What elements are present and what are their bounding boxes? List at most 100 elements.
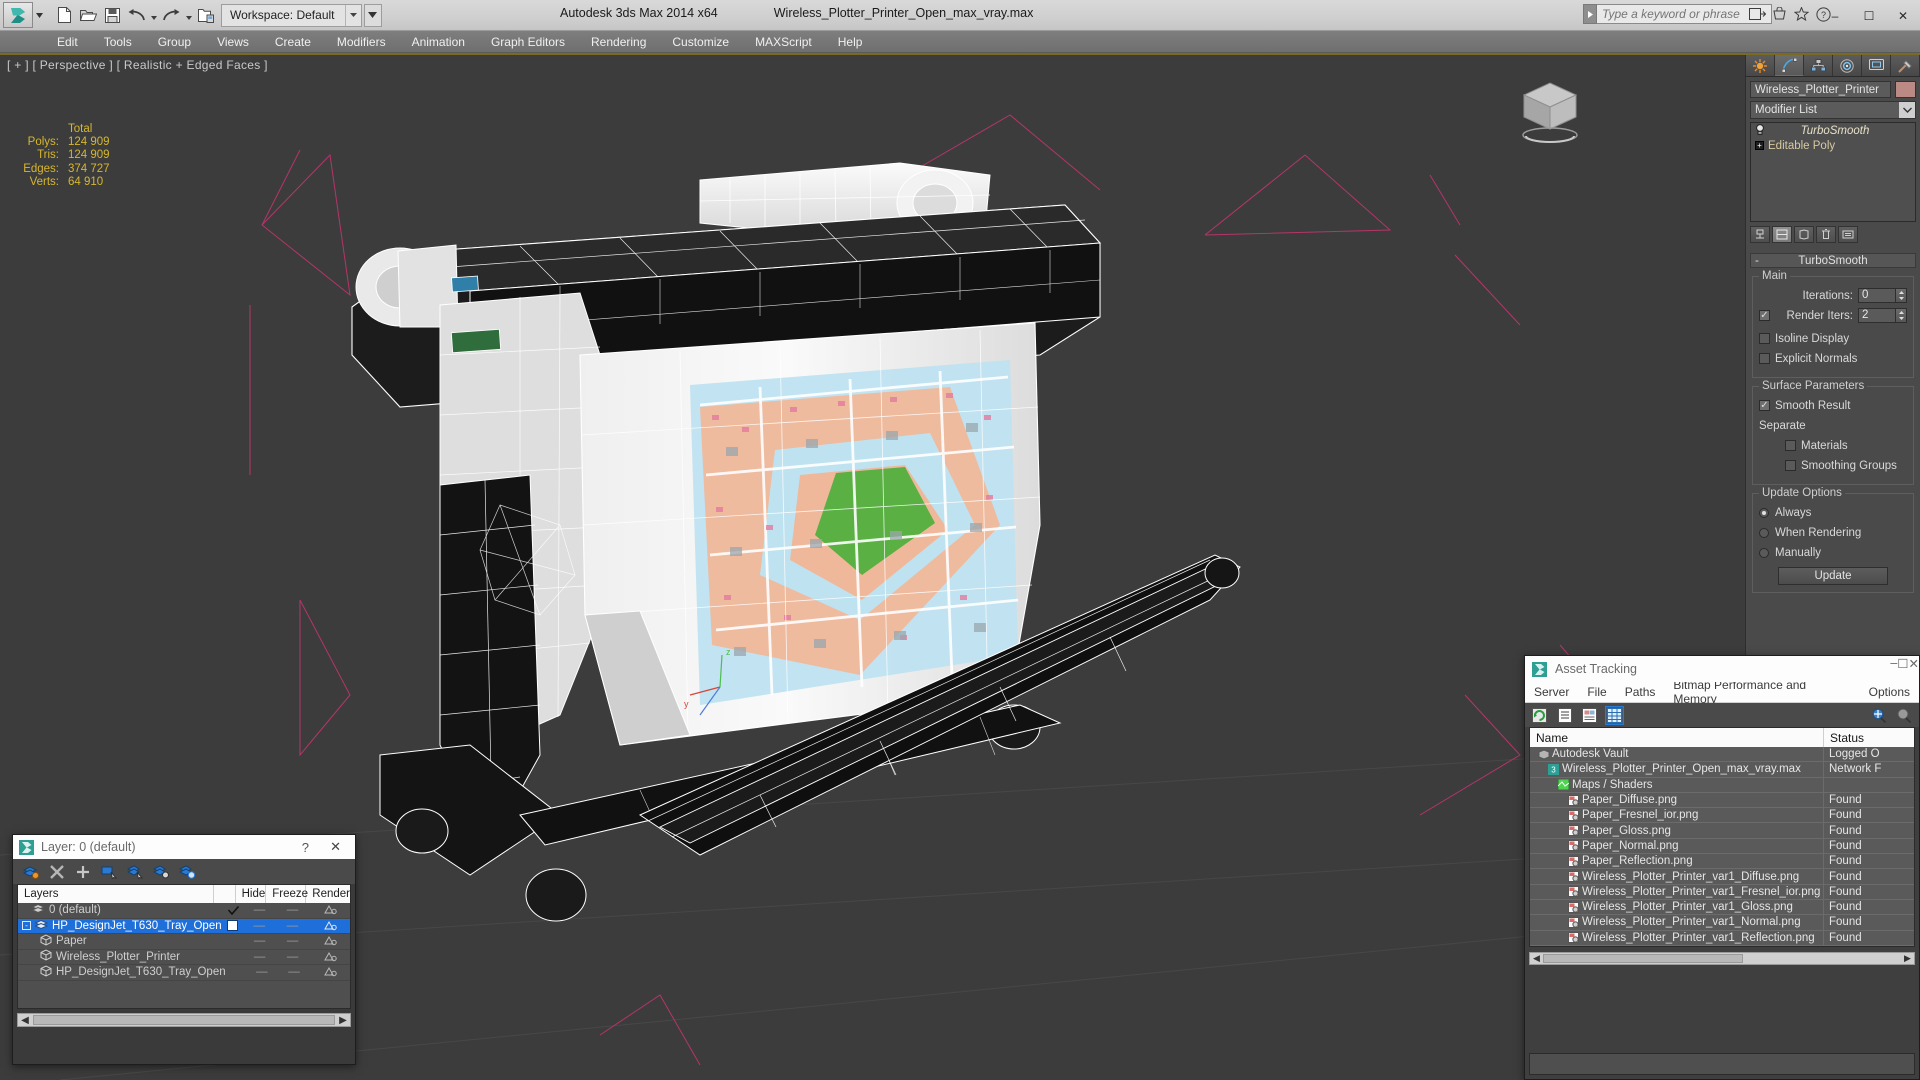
modifier-list-dropdown[interactable]: Modifier List — [1750, 101, 1916, 119]
asset-row-printer-normal[interactable]: Wireless_Plotter_Printer_var1_Normal.png… — [1530, 915, 1914, 930]
asset-row-paper-fresnel-ior[interactable]: Paper_Fresnel_ior.png Found — [1530, 808, 1914, 823]
smoothing-groups-checkbox[interactable] — [1785, 460, 1796, 471]
select-objects-in-layer-icon[interactable] — [101, 864, 117, 880]
undo-button[interactable] — [125, 4, 147, 26]
lightbulb-icon[interactable] — [1755, 124, 1765, 138]
iterations-spinner[interactable]: 0 — [1858, 288, 1907, 303]
configure-modifier-sets-button[interactable] — [1838, 226, 1858, 243]
asset-scroll-left-icon[interactable]: ◀ — [1530, 953, 1543, 964]
highlight-selected-objects-icon[interactable] — [127, 864, 143, 880]
menu-item-views[interactable]: Views — [204, 31, 262, 53]
layer-hide-3[interactable]: — — [244, 951, 274, 963]
layer-hide-2[interactable]: — — [244, 935, 274, 947]
render-iters-value[interactable]: 2 — [1858, 308, 1896, 323]
layer-freeze-1[interactable]: — — [274, 920, 310, 932]
menu-item-modifiers[interactable]: Modifiers — [324, 31, 399, 53]
undo-dropdown-icon[interactable] — [149, 4, 158, 26]
tab-utilities[interactable] — [1891, 55, 1920, 76]
asset-row-paper-gloss[interactable]: Paper_Gloss.png Found — [1530, 823, 1914, 838]
thumbnail-view-icon[interactable] — [1581, 707, 1598, 724]
asset-menu-server[interactable]: Server — [1525, 685, 1578, 699]
scroll-left-icon[interactable]: ◀ — [18, 1015, 32, 1026]
isoline-display-checkbox[interactable] — [1759, 333, 1770, 344]
expand-plus-icon[interactable]: + — [1755, 141, 1764, 150]
add-path-icon[interactable] — [1871, 707, 1888, 724]
layer-render-4[interactable] — [311, 967, 350, 977]
explicit-normals-row[interactable]: Explicit Normals — [1759, 350, 1907, 367]
asset-menu-options[interactable]: Options — [1860, 685, 1919, 699]
asset-menu-bitmap-performance[interactable]: Bitmap Performance and Memory — [1664, 678, 1859, 706]
redo-dropdown-icon[interactable] — [184, 4, 193, 26]
collapse-minus-icon[interactable]: - — [1755, 255, 1759, 267]
layer-dialog-close-button[interactable]: ✕ — [330, 839, 341, 855]
layer-hide-0[interactable]: — — [244, 904, 274, 916]
layer-row-0-default[interactable]: 0 (default) — — — [18, 903, 350, 919]
menu-item-help[interactable]: Help — [825, 31, 876, 53]
menu-item-group[interactable]: Group — [145, 31, 204, 53]
delete-layer-icon[interactable] — [49, 864, 65, 880]
show-end-result-button[interactable] — [1772, 226, 1792, 243]
render-iters-spinner[interactable]: 2 — [1858, 308, 1907, 323]
smooth-result-row[interactable]: Smooth Result — [1759, 397, 1907, 414]
list-view-icon[interactable] — [1556, 707, 1573, 724]
open-file-button[interactable] — [77, 4, 99, 26]
menu-item-create[interactable]: Create — [262, 31, 324, 53]
render-iters-checkbox[interactable] — [1759, 310, 1770, 321]
tab-create[interactable] — [1746, 55, 1775, 76]
materials-checkbox[interactable] — [1785, 440, 1796, 451]
tab-display[interactable] — [1862, 55, 1891, 76]
asset-scroll-thumb[interactable] — [1543, 954, 1743, 963]
asset-row-paper-diffuse[interactable]: Paper_Diffuse.png Found — [1530, 793, 1914, 808]
make-unique-button[interactable] — [1794, 226, 1814, 243]
layer-hide-4[interactable]: — — [247, 966, 276, 978]
asset-minimize-button[interactable]: – — [1890, 656, 1897, 682]
layer-render-0[interactable] — [310, 905, 350, 915]
tab-modify[interactable] — [1775, 55, 1804, 76]
create-new-layer-icon[interactable] — [23, 864, 39, 880]
smoothing-groups-row[interactable]: Smoothing Groups — [1759, 457, 1907, 474]
menu-item-tools[interactable]: Tools — [91, 31, 145, 53]
asset-tracking-dialog[interactable]: Asset Tracking – ☐ ✕ Server File Paths B… — [1524, 655, 1920, 1080]
layer-dialog-help-button[interactable]: ? — [302, 840, 309, 855]
redo-button[interactable] — [160, 4, 182, 26]
app-menu-caret-icon[interactable] — [33, 2, 45, 28]
layer-row-wireless-plotter-printer[interactable]: Wireless_Plotter_Printer — — — [18, 950, 350, 966]
materials-row[interactable]: Materials — [1759, 437, 1907, 454]
explicit-normals-checkbox[interactable] — [1759, 353, 1770, 364]
asset-row-printer-fresnel-ior[interactable]: Wireless_Plotter_Printer_var1_Fresnel_io… — [1530, 885, 1914, 900]
asset-row-printer-gloss[interactable]: Wireless_Plotter_Printer_var1_Gloss.png … — [1530, 900, 1914, 915]
star-favorites-icon[interactable] — [1792, 5, 1810, 23]
layer-current-check-0[interactable] — [222, 906, 244, 915]
minimize-button[interactable]: – — [1818, 0, 1852, 31]
grid-view-icon[interactable] — [1606, 707, 1623, 724]
asset-close-button[interactable]: ✕ — [1909, 656, 1919, 682]
layer-row-paper[interactable]: Paper — — — [18, 934, 350, 950]
isoline-display-row[interactable]: Isoline Display — [1759, 330, 1907, 347]
select-layer-by-object-icon[interactable] — [153, 864, 169, 880]
modifier-stack-item-turbosmooth[interactable]: TurboSmooth — [1751, 123, 1915, 138]
layer-freeze-0[interactable]: — — [274, 904, 310, 916]
refresh-icon[interactable] — [1531, 707, 1548, 724]
app-logo-button[interactable] — [3, 2, 33, 28]
signin-icon[interactable] — [1748, 5, 1766, 23]
menu-item-edit[interactable]: Edit — [44, 31, 91, 53]
layer-row-hp-designjet-object[interactable]: HP_DesignJet_T630_Tray_Open — — — [18, 965, 350, 981]
update-button[interactable]: Update — [1778, 567, 1888, 585]
menu-item-rendering[interactable]: Rendering — [578, 31, 659, 53]
update-manually-row[interactable]: Manually — [1759, 544, 1907, 561]
asset-row-maps-shaders[interactable]: Maps / Shaders — [1530, 778, 1914, 793]
iterations-spinner-arrows[interactable] — [1896, 288, 1907, 303]
asset-row-max-file[interactable]: 3 Wireless_Plotter_Printer_Open_max_vray… — [1530, 762, 1914, 777]
menu-item-maxscript[interactable]: MAXScript — [742, 31, 825, 53]
remove-path-icon[interactable] — [1896, 707, 1913, 724]
new-file-button[interactable] — [53, 4, 75, 26]
update-when-rendering-radio[interactable] — [1759, 528, 1769, 538]
asset-menu-file[interactable]: File — [1578, 685, 1615, 699]
remove-modifier-button[interactable] — [1816, 226, 1836, 243]
menu-item-graph-editors[interactable]: Graph Editors — [478, 31, 578, 53]
layer-dialog-titlebar[interactable]: Layer: 0 (default) ? ✕ — [13, 835, 355, 859]
menu-item-animation[interactable]: Animation — [399, 31, 478, 53]
workspace-selector[interactable]: Workspace: Default — [221, 4, 362, 27]
maximize-button[interactable]: ☐ — [1852, 0, 1886, 31]
exchange-store-icon[interactable] — [1770, 5, 1788, 23]
